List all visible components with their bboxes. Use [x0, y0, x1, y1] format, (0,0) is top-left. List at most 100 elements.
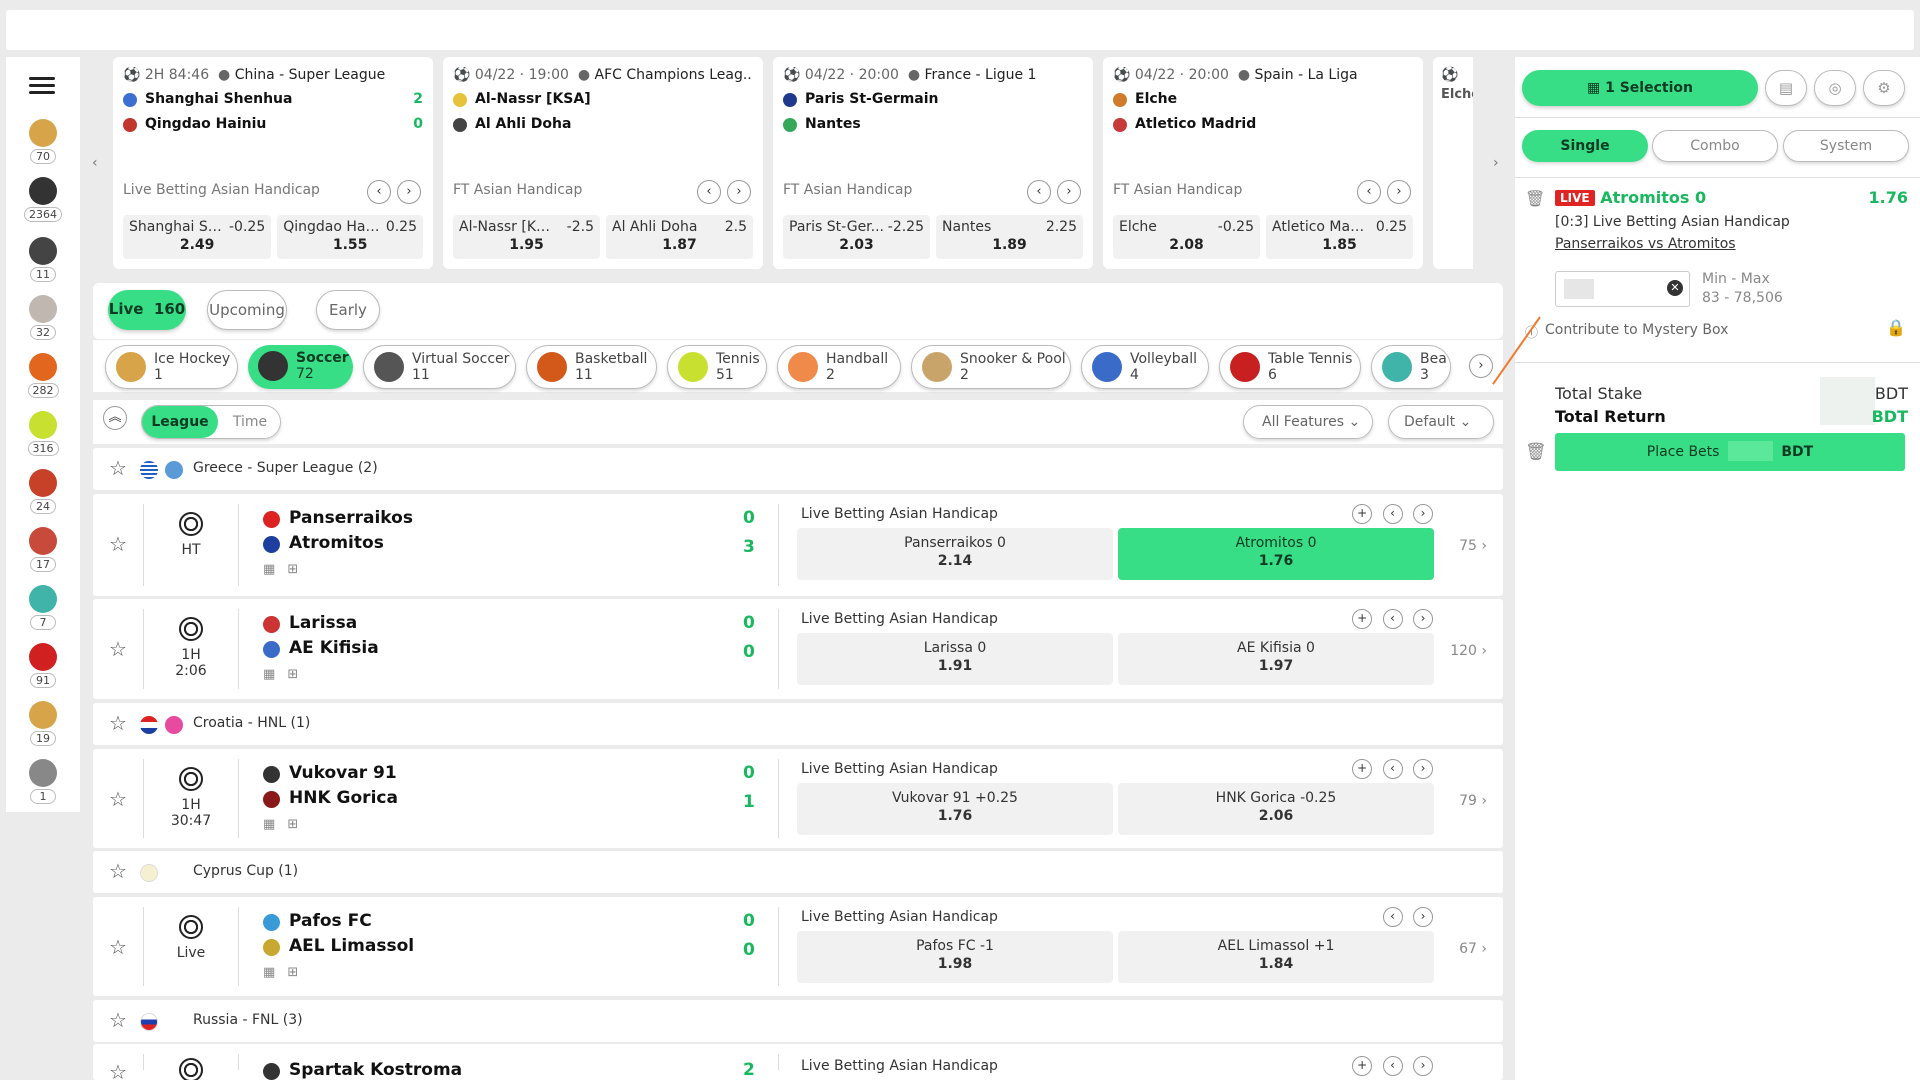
- more-markets-link[interactable]: 75 ›: [1459, 538, 1487, 554]
- sidebar-sport-item[interactable]: 70: [23, 119, 63, 175]
- sidebar-sport-item[interactable]: 19: [23, 701, 63, 757]
- sidebar-sport-item[interactable]: 24: [23, 469, 63, 525]
- trash-icon[interactable]: 🗑: [1525, 189, 1545, 208]
- star-icon[interactable]: ☆: [109, 639, 127, 659]
- match-card[interactable]: ⚽ 04/22 · 19:00 ● AFC Champions Leag... …: [443, 57, 763, 269]
- odds-button[interactable]: AE Kifisia 0 1.97: [1118, 633, 1434, 685]
- sport-chip[interactable]: Snooker & Pool 2: [911, 345, 1071, 389]
- filter-upcoming[interactable]: Upcoming: [207, 290, 287, 330]
- tab-combo[interactable]: Combo: [1652, 130, 1778, 162]
- add-icon[interactable]: +: [1352, 504, 1373, 524]
- features-dropdown[interactable]: All Features ⌄: [1243, 405, 1373, 439]
- gear-icon[interactable]: ⚙: [1863, 70, 1905, 106]
- group-by-time[interactable]: Time: [220, 406, 280, 438]
- odds-button[interactable]: Vukovar 91 +0.25 1.76: [797, 783, 1113, 835]
- odds-button[interactable]: Paris St-Ger... -2.25 2.03: [783, 215, 930, 259]
- place-bets-button[interactable]: Place Bets BDT: [1555, 433, 1905, 471]
- more-markets-link[interactable]: 67 ›: [1459, 941, 1487, 957]
- sport-chip[interactable]: Ice Hockey 1: [105, 345, 238, 389]
- sport-chip[interactable]: Handball 2: [777, 345, 901, 389]
- sidebar-sport-item[interactable]: 17: [23, 527, 63, 583]
- match-row[interactable]: ☆ Spartak Kostroma 2 Live Betting Asian …: [93, 1044, 1503, 1080]
- odds-button[interactable]: Atromitos 0 1.76: [1118, 528, 1434, 580]
- sport-chip[interactable]: Bea 3: [1371, 345, 1451, 389]
- odds-button[interactable]: Qingdao Hain... 0.25 1.55: [277, 215, 423, 259]
- clear-icon[interactable]: ✕: [1667, 280, 1683, 296]
- chevron-left-icon[interactable]: ‹: [1027, 180, 1051, 204]
- odds-button[interactable]: Larissa 0 1.91: [797, 633, 1113, 685]
- match-card[interactable]: ⚽ 2H 84:46 ● China - Super League Shangh…: [113, 57, 433, 269]
- mystery-box-link[interactable]: Contribute to Mystery Box: [1545, 322, 1728, 338]
- chevron-left-icon[interactable]: ‹: [1382, 609, 1403, 629]
- add-icon[interactable]: +: [1352, 609, 1373, 629]
- match-row[interactable]: ☆ HT Panserraikos 0 Live Betting Asian H…: [93, 494, 1503, 596]
- match-row[interactable]: ☆ Live Pafos FC 0 Live Betting Asian Han…: [93, 897, 1503, 996]
- chevron-left-icon[interactable]: ‹: [1382, 907, 1403, 927]
- star-icon[interactable]: ☆: [109, 458, 127, 478]
- sport-chip[interactable]: Virtual Soccer 11: [363, 345, 516, 389]
- more-markets-link[interactable]: 79 ›: [1459, 793, 1487, 809]
- clipboard-icon[interactable]: ▤: [1765, 70, 1807, 106]
- match-row[interactable]: ☆ 1H 30:47 Vukovar 91 0 Live Betting Asi…: [93, 749, 1503, 848]
- star-icon[interactable]: ☆: [109, 861, 127, 881]
- odds-button[interactable]: Nantes 2.25 1.89: [936, 215, 1083, 259]
- sport-chip[interactable]: Table Tennis 6: [1219, 345, 1361, 389]
- cards-next-arrow-icon[interactable]: ›: [1493, 155, 1499, 171]
- chevron-right-icon[interactable]: ›: [727, 180, 751, 204]
- sidebar-sport-item[interactable]: 11: [23, 237, 63, 293]
- league-header-cyprus[interactable]: ☆ Cyprus Cup (1): [93, 851, 1503, 893]
- odds-button[interactable]: Shanghai Sh... -0.25 2.49: [123, 215, 272, 259]
- sidebar-sport-item[interactable]: 32: [23, 295, 63, 351]
- stats-icons[interactable]: ▦ ⊞: [263, 562, 302, 577]
- sort-dropdown[interactable]: Default ⌄: [1388, 405, 1494, 439]
- league-header-russia[interactable]: ☆ Russia - FNL (3): [93, 1000, 1503, 1042]
- sidebar-sport-item[interactable]: 316: [23, 411, 63, 467]
- sport-chip[interactable]: Tennis 51: [667, 345, 767, 389]
- filter-early[interactable]: Early: [316, 290, 380, 330]
- star-icon[interactable]: ☆: [109, 789, 127, 809]
- sport-chip[interactable]: Volleyball 4: [1081, 345, 1209, 389]
- chevron-right-icon[interactable]: ›: [1413, 504, 1433, 524]
- trash-icon[interactable]: 🗑: [1525, 442, 1547, 462]
- chevron-left-icon[interactable]: ‹: [1382, 504, 1403, 524]
- sport-chip[interactable]: Basketball 11: [526, 345, 657, 389]
- star-icon[interactable]: ☆: [109, 937, 127, 957]
- chevron-left-icon[interactable]: ‹: [1357, 180, 1381, 204]
- chevron-right-icon[interactable]: ›: [1413, 609, 1433, 629]
- star-icon[interactable]: ☆: [109, 1010, 127, 1030]
- match-row[interactable]: ☆ 1H 2:06 Larissa 0 Live Betting Asian H…: [93, 599, 1503, 699]
- chevron-right-icon[interactable]: ›: [397, 180, 421, 204]
- sport-chip[interactable]: Soccer 72: [248, 345, 353, 389]
- sidebar-sport-item[interactable]: 282: [23, 353, 63, 409]
- odds-button[interactable]: Panserraikos 0 2.14: [797, 528, 1113, 580]
- chips-next-icon[interactable]: ›: [1469, 354, 1493, 378]
- settings-circle-icon[interactable]: ◎: [1814, 70, 1856, 106]
- stats-icons[interactable]: ▦ ⊞: [263, 965, 302, 980]
- odds-button[interactable]: HNK Gorica -0.25 2.06: [1118, 783, 1434, 835]
- stats-icons[interactable]: ▦ ⊞: [263, 817, 302, 832]
- collapse-all-icon[interactable]: ︽: [103, 406, 127, 430]
- chevron-right-icon[interactable]: ›: [1413, 759, 1433, 779]
- sidebar-sport-item[interactable]: 1: [23, 759, 63, 815]
- odds-button[interactable]: Pafos FC -1 1.98: [797, 931, 1113, 983]
- stats-icons[interactable]: ▦ ⊞: [263, 667, 302, 682]
- chevron-left-icon[interactable]: ‹: [697, 180, 721, 204]
- add-icon[interactable]: +: [1352, 1056, 1373, 1076]
- sidebar-sport-item[interactable]: 7: [23, 585, 63, 641]
- star-icon[interactable]: ☆: [109, 534, 127, 554]
- more-markets-link[interactable]: 120 ›: [1450, 643, 1487, 659]
- chevron-right-icon[interactable]: ›: [1413, 1056, 1433, 1076]
- chevron-right-icon[interactable]: ›: [1413, 907, 1433, 927]
- group-by-league[interactable]: League: [142, 406, 218, 438]
- tab-system[interactable]: System: [1783, 130, 1909, 162]
- odds-button[interactable]: AEL Limassol +1 1.84: [1118, 931, 1434, 983]
- stake-input[interactable]: ✕: [1555, 271, 1690, 307]
- chevron-left-icon[interactable]: ‹: [367, 180, 391, 204]
- league-header-greece[interactable]: ☆ Greece - Super League (2): [93, 448, 1503, 490]
- hamburger-menu-icon[interactable]: [29, 77, 55, 95]
- chevron-right-icon[interactable]: ›: [1387, 180, 1411, 204]
- sidebar-sport-item[interactable]: 2364: [23, 177, 63, 233]
- odds-button[interactable]: Al-Nassr [KSA] -2.5 1.95: [453, 215, 600, 259]
- sidebar-sport-item[interactable]: 91: [23, 643, 63, 699]
- odds-button[interactable]: Al Ahli Doha 2.5 1.87: [606, 215, 753, 259]
